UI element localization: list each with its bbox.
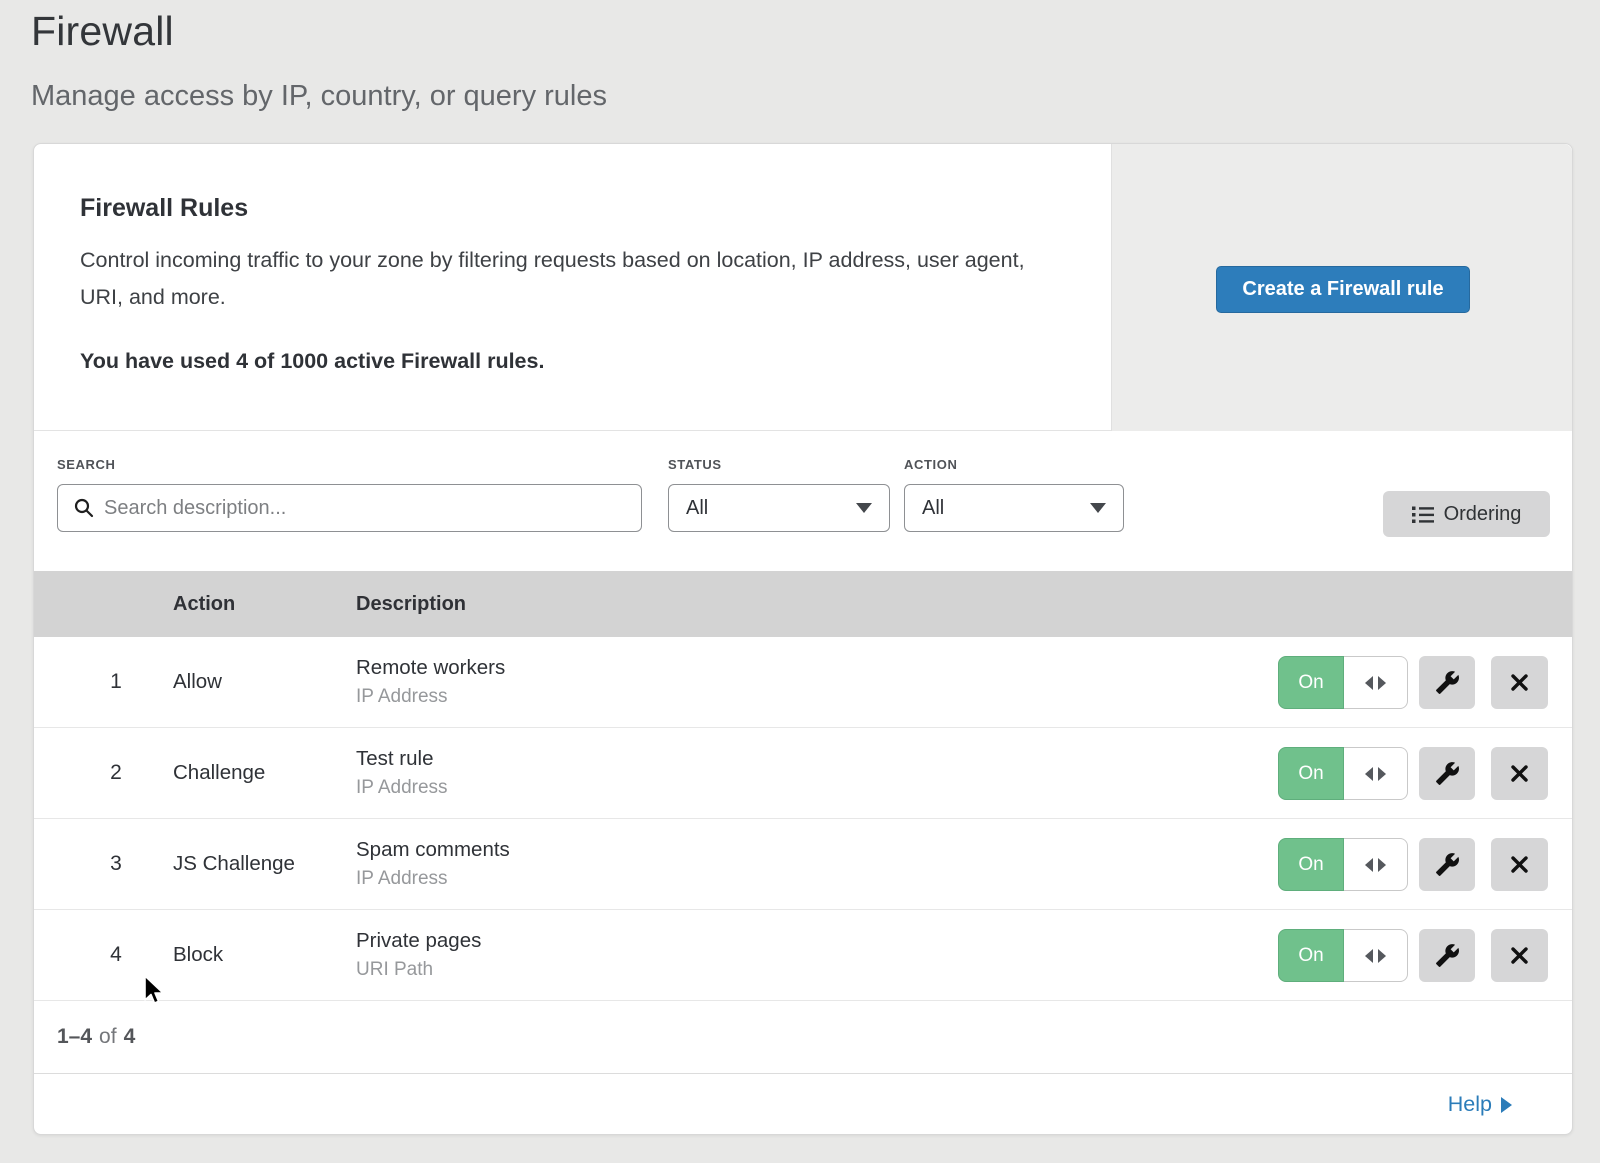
wrench-icon [1435,670,1460,695]
wrench-icon [1435,852,1460,877]
help-row: Help [34,1074,1572,1135]
close-icon [1510,764,1529,783]
close-icon [1510,673,1529,692]
toggle-on-label: On [1278,929,1344,982]
action-label: ACTION [904,457,957,472]
table-row: 3 JS Challenge Spam comments IP Address … [34,819,1572,910]
pagination-range: 1–4 [57,1025,92,1049]
page-title: Firewall [31,8,174,55]
chevron-down-icon [856,503,872,513]
rule-enabled-toggle[interactable]: On [1278,656,1408,709]
search-label: SEARCH [57,457,116,472]
edit-rule-button[interactable] [1419,838,1475,891]
list-ordering-icon [1412,505,1434,524]
rules-table-body: 1 Allow Remote workers IP Address On [34,637,1572,1001]
rule-priority: 4 [100,910,132,1000]
toggle-handle-icon[interactable] [1344,747,1408,800]
rule-description: Remote workers [356,656,505,680]
rule-priority: 3 [100,819,132,909]
pagination-of: of [99,1025,117,1049]
table-row: 2 Challenge Test rule IP Address On [34,728,1572,819]
table-row: 4 Block Private pages URI Path On [34,910,1572,1001]
rule-priority: 2 [100,728,132,818]
mouse-cursor [143,975,167,1007]
rule-match-type: URI Path [356,959,481,981]
rule-match-type: IP Address [356,868,510,890]
search-icon [74,498,94,518]
pagination-total: 4 [124,1025,136,1049]
close-icon [1510,946,1529,965]
rule-action: Challenge [173,728,265,818]
help-link[interactable]: Help [1448,1092,1512,1117]
section-description: Control incoming traffic to your zone by… [80,242,1030,316]
rule-enabled-toggle[interactable]: On [1278,929,1408,982]
wrench-icon [1435,761,1460,786]
table-row: 1 Allow Remote workers IP Address On [34,637,1572,728]
ordering-button-label: Ordering [1444,503,1522,526]
status-selected-value: All [686,497,708,520]
close-icon [1510,855,1529,874]
column-header-description: Description [356,593,466,616]
toggle-on-label: On [1278,747,1344,800]
rule-description: Private pages [356,929,481,953]
delete-rule-button[interactable] [1491,747,1548,800]
help-link-label: Help [1448,1092,1492,1117]
toggle-on-label: On [1278,656,1344,709]
toggle-handle-icon[interactable] [1344,929,1408,982]
rule-description: Spam comments [356,838,510,862]
search-input[interactable] [104,497,641,520]
search-box [57,484,642,532]
page-subtitle: Manage access by IP, country, or query r… [31,80,607,113]
arrow-right-icon [1501,1097,1512,1113]
create-firewall-rule-button[interactable]: Create a Firewall rule [1216,266,1470,313]
usage-summary: You have used 4 of 1000 active Firewall … [80,349,544,374]
status-label: STATUS [668,457,722,472]
action-select[interactable]: All [904,484,1124,532]
rule-match-type: IP Address [356,686,505,708]
overview-section: Firewall Rules Control incoming traffic … [34,144,1572,431]
edit-rule-button[interactable] [1419,929,1475,982]
toggle-on-label: On [1278,838,1344,891]
section-heading: Firewall Rules [80,194,248,223]
rule-action: Block [173,910,223,1000]
rule-match-type: IP Address [356,777,448,799]
column-header-action: Action [173,593,235,616]
rule-description: Test rule [356,747,448,771]
edit-rule-button[interactable] [1419,656,1475,709]
rule-action: Allow [173,637,222,727]
rule-enabled-toggle[interactable]: On [1278,747,1408,800]
delete-rule-button[interactable] [1491,929,1548,982]
firewall-rules-card: Firewall Rules Control incoming traffic … [33,143,1573,1135]
ordering-button[interactable]: Ordering [1383,491,1550,537]
pagination: 1–4 of 4 [34,1001,1572,1074]
action-selected-value: All [922,497,944,520]
status-select[interactable]: All [668,484,890,532]
table-header: Action Description [34,571,1572,637]
rule-enabled-toggle[interactable]: On [1278,838,1408,891]
delete-rule-button[interactable] [1491,656,1548,709]
rule-action: JS Challenge [173,819,295,909]
edit-rule-button[interactable] [1419,747,1475,800]
chevron-down-icon [1090,503,1106,513]
delete-rule-button[interactable] [1491,838,1548,891]
toggle-handle-icon[interactable] [1344,838,1408,891]
wrench-icon [1435,943,1460,968]
toggle-handle-icon[interactable] [1344,656,1408,709]
rule-priority: 1 [100,637,132,727]
